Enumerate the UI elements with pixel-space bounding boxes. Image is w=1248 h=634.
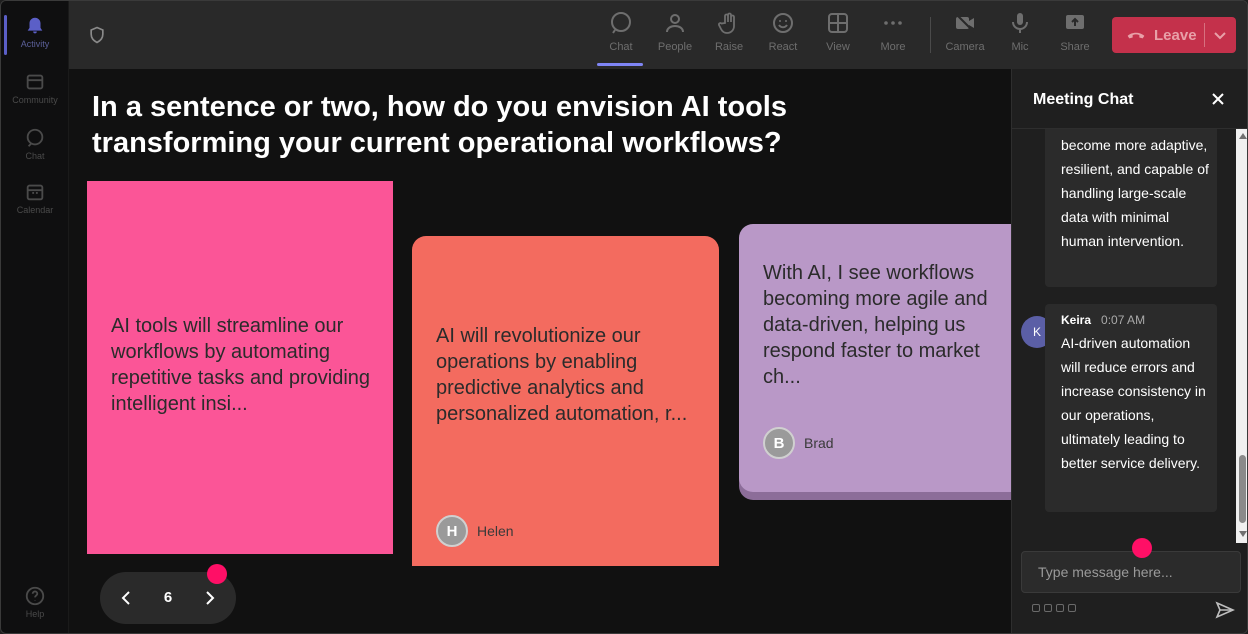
message-author: Keira <box>1061 313 1092 327</box>
toolbar-share-button[interactable]: Share <box>1050 11 1100 53</box>
shared-content-stage: In a sentence or two, how do you envisio… <box>69 69 1011 633</box>
chat-icon <box>26 128 44 147</box>
leave-button[interactable]: Leave <box>1112 17 1236 53</box>
chat-message: Keira 0:07 AM AI-driven automation will r… <box>1045 304 1217 512</box>
toolbar-label: People <box>657 41 693 53</box>
toolbar-label: Camera <box>945 41 985 53</box>
toolbar-mic-button[interactable]: Mic <box>995 11 1045 53</box>
rail-label: Activity <box>20 39 50 49</box>
chat-title: Meeting Chat <box>1033 91 1134 108</box>
bell-icon <box>27 17 43 34</box>
toolbar-label: React <box>768 41 798 53</box>
format-tools[interactable] <box>1032 604 1092 614</box>
toolbar-label: More <box>880 41 906 53</box>
camera-off-icon <box>955 13 975 33</box>
format-icon[interactable] <box>1032 604 1040 612</box>
gif-icon[interactable] <box>1068 604 1076 612</box>
more-dots-icon <box>884 21 902 25</box>
toolbar-view-button[interactable]: View <box>813 11 863 53</box>
scroll-down-arrow-icon[interactable] <box>1239 531 1247 537</box>
chat-header: Meeting Chat <box>1012 69 1247 129</box>
chat-message: become more adaptive, resilient, and cap… <box>1045 129 1217 287</box>
share-screen-icon <box>1066 15 1084 29</box>
pointer-marker <box>207 564 227 584</box>
question-heading: In a sentence or two, how do you envisio… <box>92 91 787 159</box>
shield-icon[interactable] <box>87 25 107 45</box>
microphone-icon <box>1012 13 1028 33</box>
hand-icon <box>718 12 735 34</box>
toolbar-chat-button[interactable]: Chat <box>596 11 646 66</box>
rail-item-calendar[interactable]: Calendar <box>1 173 69 223</box>
rail-item-community[interactable]: Community <box>1 63 69 113</box>
teams-meeting-window: Activity Community Chat Calendar Help Ch… <box>0 0 1248 634</box>
response-card[interactable]: AI tools will streamline our workflows b… <box>87 181 393 554</box>
chat-scrollbar[interactable] <box>1236 129 1247 543</box>
toolbar-more-button[interactable]: More <box>868 11 918 53</box>
left-app-rail: Activity Community Chat Calendar Help <box>1 1 69 633</box>
people-icon <box>666 14 684 33</box>
toolbar-label: Chat <box>609 41 633 53</box>
rail-item-activity[interactable]: Activity <box>1 7 69 57</box>
chevron-right-icon[interactable] <box>200 588 220 608</box>
meeting-toolbar: Chat People Raise React View More Camera <box>69 1 1247 69</box>
toolbar-camera-button[interactable]: Camera <box>940 11 990 53</box>
message-text: become more adaptive, resilient, and cap… <box>1061 137 1209 249</box>
rail-item-chat[interactable]: Chat <box>1 119 69 169</box>
scroll-up-arrow-icon[interactable] <box>1239 133 1247 139</box>
chat-icon <box>611 12 631 34</box>
author-name: Helen <box>477 523 514 539</box>
calendar-icon <box>26 184 44 201</box>
message-meta: Keira 0:07 AM <box>1061 313 1145 327</box>
response-text: With AI, I see workflows becoming more a… <box>763 262 988 388</box>
response-text: AI tools will streamline our workflows b… <box>111 315 371 415</box>
message-text: AI-driven automation will reduce errors … <box>1061 335 1206 471</box>
author-name: Brad <box>804 435 834 451</box>
meeting-chat-panel: Meeting Chat become more adaptive, resil… <box>1011 69 1247 633</box>
scrollbar-thumb[interactable] <box>1239 455 1246 523</box>
rail-label: Community <box>12 95 58 105</box>
emoji-icon[interactable] <box>1056 604 1064 612</box>
toolbar-label: Share <box>1060 41 1090 53</box>
attach-icon[interactable] <box>1044 604 1052 612</box>
chevron-down-icon[interactable] <box>1212 27 1228 43</box>
rail-label: Help <box>25 609 45 619</box>
rail-label: Calendar <box>16 205 54 215</box>
toolbar-label: Mic <box>1011 41 1029 53</box>
response-card[interactable]: With AI, I see workflows becoming more a… <box>739 224 1011 492</box>
avatar: H <box>436 515 468 547</box>
card-author: H Helen <box>436 515 514 547</box>
leave-divider <box>1204 23 1205 47</box>
toolbar-label: View <box>826 41 850 53</box>
avatar: B <box>763 427 795 459</box>
toolbar-label: Raise <box>714 41 744 53</box>
response-text: AI will revolutionize our operations by … <box>436 325 688 425</box>
card-author: B Brad <box>763 427 834 459</box>
response-card[interactable]: AI will revolutionize our operations by … <box>412 236 719 566</box>
leave-label: Leave <box>1154 26 1197 44</box>
close-icon[interactable] <box>1210 91 1226 107</box>
chat-message-input[interactable] <box>1021 551 1241 593</box>
rail-label: Chat <box>25 151 45 161</box>
toolbar-divider <box>930 17 931 53</box>
phone-hangup-icon <box>1127 32 1145 39</box>
toolbar-people-button[interactable]: People <box>650 11 700 53</box>
smiley-icon <box>773 13 793 33</box>
toolbar-react-button[interactable]: React <box>758 11 808 53</box>
send-icon[interactable] <box>1215 600 1235 620</box>
chevron-left-icon[interactable] <box>116 588 136 608</box>
chat-messages[interactable]: become more adaptive, resilient, and cap… <box>1012 129 1234 543</box>
pointer-marker <box>1132 538 1152 558</box>
help-icon <box>25 586 45 606</box>
page-number: 6 <box>163 589 173 606</box>
message-time: 0:07 AM <box>1101 313 1146 327</box>
grid-view-icon <box>828 13 848 33</box>
rail-item-help[interactable]: Help <box>1 577 69 627</box>
community-icon <box>26 74 44 90</box>
toolbar-raise-hand-button[interactable]: Raise <box>704 11 754 53</box>
